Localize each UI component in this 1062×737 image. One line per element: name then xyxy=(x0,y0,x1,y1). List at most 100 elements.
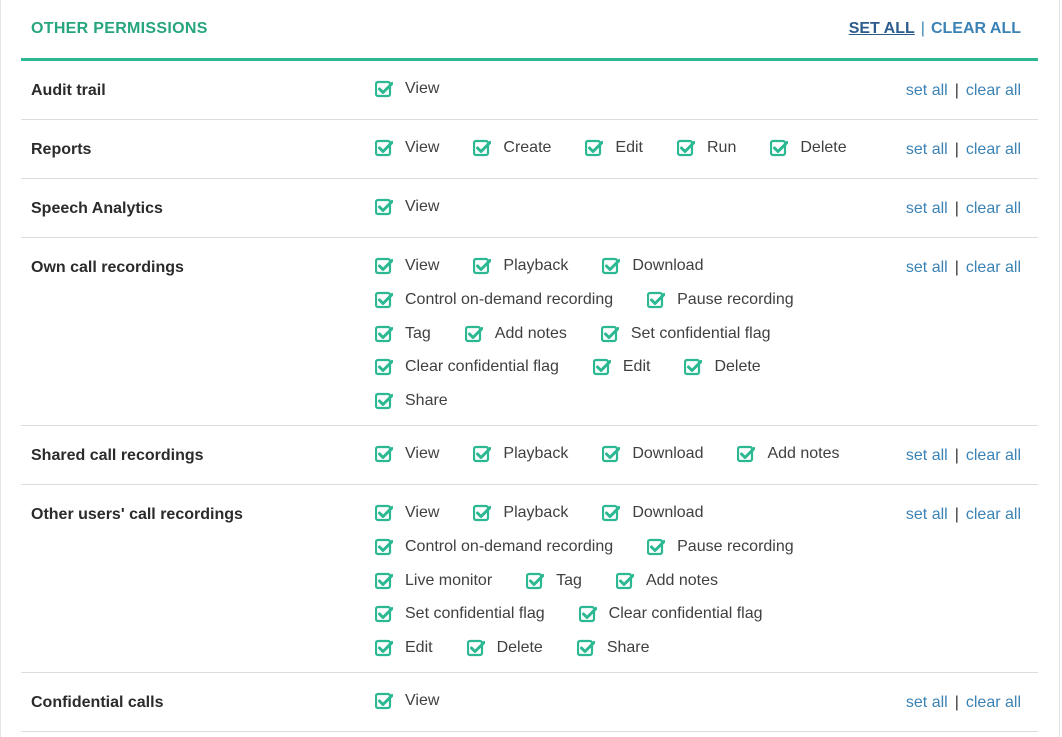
permission-label: Delete xyxy=(496,639,543,657)
checked-checkbox-icon[interactable] xyxy=(374,291,394,309)
set-all-link[interactable]: set all xyxy=(906,506,948,523)
permission-checkbox-edit[interactable]: Edit xyxy=(592,358,650,376)
checked-checkbox-icon[interactable] xyxy=(374,692,394,710)
checked-checkbox-icon[interactable] xyxy=(374,639,394,657)
checked-checkbox-icon[interactable] xyxy=(737,445,756,463)
row-actions: set all | clear all xyxy=(906,447,1021,465)
checked-checkbox-icon[interactable] xyxy=(684,358,703,376)
permission-checkbox-tag[interactable]: Tag xyxy=(374,325,431,343)
clear-all-global-link[interactable]: CLEAR ALL xyxy=(931,20,1021,37)
checked-checkbox-icon[interactable] xyxy=(374,572,394,590)
checked-checkbox-icon[interactable] xyxy=(473,139,492,157)
checked-checkbox-icon[interactable] xyxy=(576,639,596,657)
checked-checkbox-icon[interactable] xyxy=(647,538,666,556)
checked-checkbox-icon[interactable] xyxy=(600,325,620,343)
permission-checkbox-run[interactable]: Run xyxy=(676,139,736,157)
clear-all-link[interactable]: clear all xyxy=(966,506,1021,523)
permission-checkbox-share[interactable]: Share xyxy=(374,392,448,410)
checked-checkbox-icon[interactable] xyxy=(374,605,394,623)
permission-checkbox-create[interactable]: Create xyxy=(473,139,551,157)
permission-checkbox-control-on-demand-recording[interactable]: Control on-demand recording xyxy=(374,538,613,556)
checked-checkbox-icon[interactable] xyxy=(647,291,666,309)
permission-checkbox-edit[interactable]: Edit xyxy=(374,639,433,657)
checked-checkbox-icon[interactable] xyxy=(578,605,598,623)
checked-checkbox-icon[interactable] xyxy=(374,257,394,275)
permission-checkbox-live-monitor[interactable]: Live monitor xyxy=(374,572,492,590)
checked-checkbox-icon[interactable] xyxy=(526,572,545,590)
permission-checkbox-download[interactable]: Download xyxy=(602,504,703,522)
set-all-link[interactable]: set all xyxy=(906,200,948,217)
clear-all-link[interactable]: clear all xyxy=(966,200,1021,217)
permission-checkbox-download[interactable]: Download xyxy=(602,445,703,463)
permission-label: Clear confidential flag xyxy=(608,605,763,623)
permission-checkbox-add-notes[interactable]: Add notes xyxy=(737,445,840,463)
clear-all-link[interactable]: clear all xyxy=(966,82,1021,99)
permission-checkbox-clear-confidential-flag[interactable]: Clear confidential flag xyxy=(374,358,559,376)
checked-checkbox-icon[interactable] xyxy=(585,139,604,157)
clear-all-link[interactable]: clear all xyxy=(966,259,1021,276)
permission-checkbox-share[interactable]: Share xyxy=(576,639,650,657)
checked-checkbox-icon[interactable] xyxy=(374,325,394,343)
permission-checkbox-tag[interactable]: Tag xyxy=(526,572,582,590)
checked-checkbox-icon[interactable] xyxy=(374,80,394,98)
set-all-link[interactable]: set all xyxy=(906,141,948,158)
checked-checkbox-icon[interactable] xyxy=(374,445,394,463)
checked-checkbox-icon[interactable] xyxy=(473,257,492,275)
permission-checkbox-view[interactable]: View xyxy=(374,504,440,522)
permission-checkbox-delete[interactable]: Delete xyxy=(466,639,543,657)
checked-checkbox-icon[interactable] xyxy=(473,504,492,522)
permission-checkbox-add-notes[interactable]: Add notes xyxy=(615,572,718,590)
set-all-link[interactable]: set all xyxy=(906,82,948,99)
set-all-link[interactable]: set all xyxy=(906,694,948,711)
checked-checkbox-icon[interactable] xyxy=(602,257,621,275)
row-actions: set all | clear all xyxy=(906,200,1021,218)
checked-checkbox-icon[interactable] xyxy=(592,358,612,376)
permission-checkbox-delete[interactable]: Delete xyxy=(770,139,847,157)
checked-checkbox-icon[interactable] xyxy=(464,325,484,343)
permission-checkbox-download[interactable]: Download xyxy=(602,257,703,275)
clear-all-link[interactable]: clear all xyxy=(966,141,1021,158)
permission-checkbox-add-notes[interactable]: Add notes xyxy=(464,325,567,343)
permission-checkbox-view[interactable]: View xyxy=(374,445,439,463)
checked-checkbox-icon[interactable] xyxy=(770,139,789,157)
checked-checkbox-icon[interactable] xyxy=(615,572,635,590)
clear-all-link[interactable]: clear all xyxy=(966,447,1021,464)
checked-checkbox-icon[interactable] xyxy=(374,358,394,376)
permission-label: View xyxy=(405,257,440,274)
checked-checkbox-icon[interactable] xyxy=(374,504,394,522)
clear-all-link[interactable]: clear all xyxy=(966,694,1021,711)
checked-checkbox-icon[interactable] xyxy=(374,139,394,157)
permission-checkbox-edit[interactable]: Edit xyxy=(585,139,643,157)
permission-checkbox-view[interactable]: View xyxy=(374,198,439,216)
checked-checkbox-icon[interactable] xyxy=(602,504,621,522)
set-all-global-link[interactable]: SET ALL xyxy=(849,20,915,37)
permission-checkbox-view[interactable]: View xyxy=(374,80,439,98)
permission-checkbox-pause-recording[interactable]: Pause recording xyxy=(647,291,794,309)
permission-label: Download xyxy=(632,504,704,521)
permission-checkbox-playback[interactable]: Playback xyxy=(473,257,568,275)
permission-line: Live monitor Tag Add notes xyxy=(374,572,828,606)
permission-label: View xyxy=(405,504,440,521)
checked-checkbox-icon[interactable] xyxy=(602,445,621,463)
permission-checkbox-clear-confidential-flag[interactable]: Clear confidential flag xyxy=(578,605,763,623)
permission-checkbox-view[interactable]: View xyxy=(374,257,440,275)
permission-checkbox-view[interactable]: View xyxy=(374,692,439,710)
permission-checkbox-set-confidential-flag[interactable]: Set confidential flag xyxy=(600,325,771,343)
panel-header: OTHER PERMISSIONS SET ALL | CLEAR ALL xyxy=(21,0,1038,61)
checked-checkbox-icon[interactable] xyxy=(676,139,696,157)
permission-checkbox-pause-recording[interactable]: Pause recording xyxy=(647,538,794,556)
checked-checkbox-icon[interactable] xyxy=(374,538,394,556)
permission-checkbox-playback[interactable]: Playback xyxy=(473,445,568,463)
set-all-link[interactable]: set all xyxy=(906,447,948,464)
checked-checkbox-icon[interactable] xyxy=(374,198,394,216)
set-all-link[interactable]: set all xyxy=(906,259,948,276)
permission-checkbox-delete[interactable]: Delete xyxy=(684,358,761,376)
checked-checkbox-icon[interactable] xyxy=(466,639,486,657)
permission-label: Delete xyxy=(800,139,847,156)
permission-checkbox-view[interactable]: View xyxy=(374,139,439,157)
permission-checkbox-set-confidential-flag[interactable]: Set confidential flag xyxy=(374,605,545,623)
permission-checkbox-control-on-demand-recording[interactable]: Control on-demand recording xyxy=(374,291,613,309)
checked-checkbox-icon[interactable] xyxy=(473,445,492,463)
checked-checkbox-icon[interactable] xyxy=(374,392,394,410)
permission-checkbox-playback[interactable]: Playback xyxy=(473,504,568,522)
